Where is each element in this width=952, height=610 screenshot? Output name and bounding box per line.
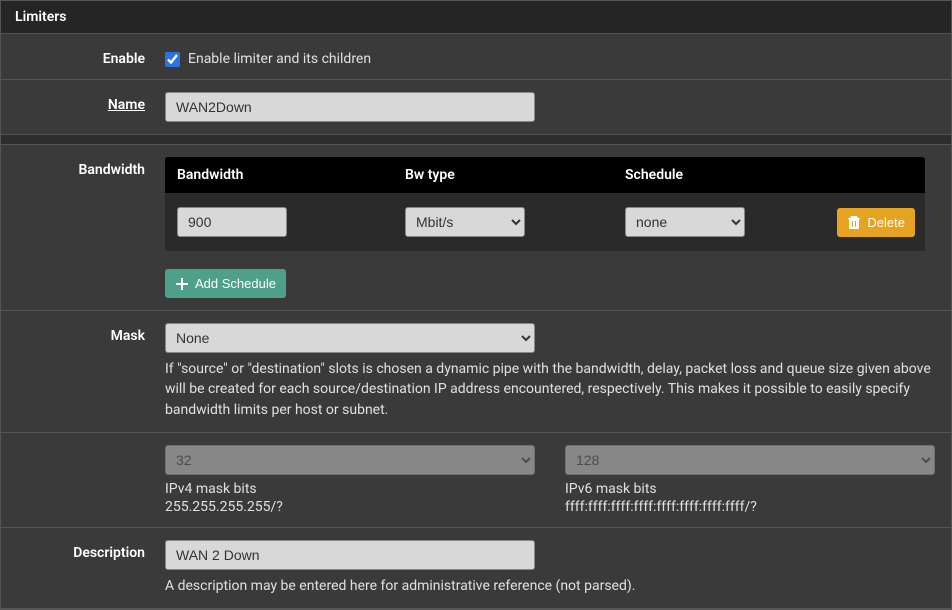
ipv4-maskbits-label: IPv4 mask bits — [165, 481, 537, 497]
description-input[interactable] — [165, 540, 535, 570]
delete-button[interactable]: Delete — [837, 208, 915, 237]
enable-label: Enable — [15, 46, 165, 67]
name-input[interactable] — [165, 92, 535, 122]
ipv6-maskbits-select: 128 — [565, 445, 935, 475]
enable-row: Enable Enable limiter and its children — [1, 34, 951, 80]
bandwidth-label: Bandwidth — [15, 157, 165, 178]
mask-select[interactable]: None — [165, 323, 535, 353]
enable-checkbox[interactable] — [165, 52, 180, 67]
delete-button-label: Delete — [867, 215, 905, 230]
name-row: Name — [1, 80, 951, 135]
ipv4-maskbits-select: 32 — [165, 445, 535, 475]
bw-header-type: Bw type — [405, 167, 625, 183]
bandwidth-value-input[interactable] — [177, 207, 287, 237]
panel-title: Limiters — [1, 1, 951, 34]
ipv6-maskbits-label: IPv6 mask bits — [565, 481, 937, 497]
ipv4-maskbits-sub: 255.255.255.255/? — [165, 499, 537, 515]
trash-icon — [847, 215, 861, 229]
enable-text: Enable limiter and its children — [188, 51, 371, 67]
add-schedule-label: Add Schedule — [195, 276, 276, 291]
spacer-row — [1, 135, 951, 145]
maskbits-row: 32 IPv4 mask bits 255.255.255.255/? 128 … — [1, 433, 951, 528]
bandwidth-schedule-select[interactable]: none — [625, 207, 745, 237]
mask-label: Mask — [15, 323, 165, 344]
mask-help-text: If "source" or "destination" slots is ch… — [165, 359, 937, 420]
bandwidth-body-row: Mbit/s none Delete — [165, 193, 925, 251]
bw-header-schedule: Schedule — [625, 167, 815, 183]
plus-icon — [175, 277, 189, 291]
ipv6-maskbits-sub: ffff:ffff:ffff:ffff:ffff:ffff:ffff:ffff/… — [565, 499, 937, 515]
bandwidth-table: Bandwidth Bw type Schedule Mbit/s — [165, 157, 925, 251]
mask-row: Mask None If "source" or "destination" s… — [1, 311, 951, 433]
limiters-panel: Limiters Enable Enable limiter and its c… — [0, 0, 952, 610]
bandwidth-row: Bandwidth Bandwidth Bw type Schedule Mbi… — [1, 145, 951, 311]
name-label: Name — [15, 92, 165, 113]
description-label: Description — [15, 540, 165, 561]
description-row: Description A description may be entered… — [1, 528, 951, 609]
bw-header-bandwidth: Bandwidth — [165, 167, 405, 183]
bandwidth-type-select[interactable]: Mbit/s — [405, 207, 525, 237]
add-schedule-button[interactable]: Add Schedule — [165, 269, 286, 298]
